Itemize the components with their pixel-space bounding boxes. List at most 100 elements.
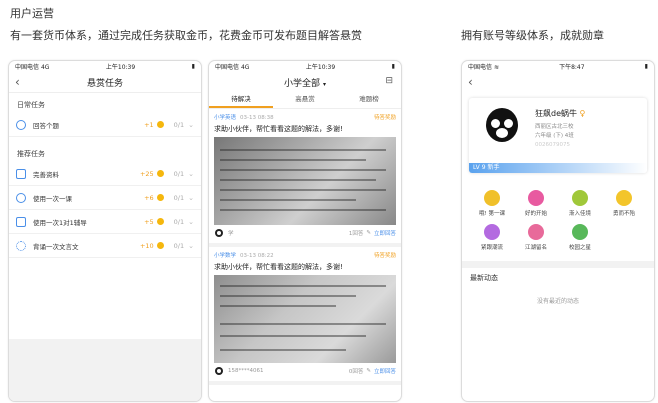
audio-icon	[16, 240, 26, 251]
answer-count: 1回答	[348, 231, 364, 237]
tutor-icon	[16, 216, 26, 227]
card-subject: 小学数学	[214, 253, 237, 259]
tab-high-reward[interactable]: 高悬赏	[273, 92, 337, 108]
answer-icon: ✎	[366, 230, 371, 236]
badge-label: 勇而不殆	[612, 211, 635, 217]
level-sub-text: 新手	[487, 164, 500, 171]
back-icon[interactable]: ‹	[15, 75, 20, 89]
task-row[interactable]: 使用一次1对1辅导 +5 0/1 ⌄	[9, 210, 201, 234]
gender-icon: ♀	[579, 109, 586, 118]
phone-task-screen: 中国电信 4G 上午10:39 ▮ ‹ 悬赏任务 日常任务 回答个题 +1 0/…	[8, 60, 202, 402]
lesson-icon	[16, 192, 26, 203]
task-progress: 0/1	[173, 120, 185, 129]
wifi-icon: ≋	[493, 64, 499, 71]
level-bar: LV 9 新手	[469, 163, 647, 173]
tab-unsolved[interactable]: 待解决	[209, 92, 273, 108]
question-card[interactable]: 小学英语 03-13 08:38 待答奖励 求助小伙伴，帮忙看看这题的解法，多谢!…	[209, 109, 401, 247]
badge-item[interactable]: 紧跟潮流	[470, 224, 514, 251]
card-subject: 小学英语	[214, 115, 237, 121]
medal-icon	[572, 190, 588, 206]
badge-item[interactable]: 好的开始	[514, 190, 558, 217]
medal-icon	[528, 190, 544, 206]
card-user: 158****4061	[228, 368, 264, 374]
chevron-down-icon[interactable]: ⌄	[188, 242, 194, 250]
badge-item[interactable]: 勇而不殆	[602, 190, 646, 217]
card-user: 学	[228, 231, 234, 237]
badge-label: 江湖留名	[524, 245, 547, 251]
section-daily: 日常任务	[17, 101, 45, 109]
coin-icon	[156, 194, 164, 201]
coin-icon	[156, 170, 164, 177]
user-id: 0026079075	[535, 142, 570, 148]
card-title: 求助小伙伴，帮忙看看这题的解法，多谢!	[214, 125, 343, 133]
task-label: 背诵一次文言文	[33, 242, 79, 251]
question-photo[interactable]	[214, 137, 396, 225]
chevron-down-icon[interactable]: ⌄	[188, 194, 194, 202]
caret-down-icon: ▾	[322, 80, 326, 88]
school-label: 西丽区古北三校	[535, 124, 574, 130]
task-progress: 0/1	[173, 193, 185, 202]
user-name: 狂飙de蜗牛 ♀	[535, 108, 585, 119]
coin-icon	[156, 218, 164, 225]
screen-title: 悬赏任务	[86, 78, 123, 89]
avatar	[214, 228, 224, 238]
answer-button[interactable]: 立即回答	[374, 367, 396, 375]
battery-icon: ▮	[644, 63, 648, 70]
answer-button[interactable]: 立即回答	[374, 229, 396, 237]
nav-bar: 小学全部 ▾ ⊟	[209, 72, 401, 92]
message-icon[interactable]: ⊟	[385, 76, 393, 86]
chevron-down-icon[interactable]: ⌄	[188, 121, 194, 129]
medal-icon	[484, 190, 500, 206]
caption-left: 有一套货币体系，通过完成任务获取金币，花费金币可发布题目解答悬赏	[10, 29, 362, 42]
task-progress: 0/1	[173, 241, 185, 250]
medal-icon	[484, 224, 500, 240]
question-photo[interactable]	[214, 275, 396, 363]
badge-label: 紧跟潮流	[480, 245, 503, 251]
status-bar: 中国电信 4G 上午10:39 ▮	[209, 61, 401, 72]
nav-bar: ‹ 悬赏任务	[9, 72, 201, 93]
question-card[interactable]: 小学数学 03-13 08:22 待答奖励 求助小伙伴，帮忙看看这题的解法，多谢!…	[209, 247, 401, 385]
tab-bar: 待解决 高悬赏 难题榜	[209, 92, 401, 109]
divider	[462, 261, 654, 268]
level-text: LV 9	[473, 164, 486, 171]
user-name-text: 狂飙de蜗牛	[535, 109, 577, 118]
task-label: 使用一次1对1辅导	[33, 218, 87, 227]
status-bar: 中国电信 4G 上午10:39 ▮	[9, 61, 201, 72]
badge-item[interactable]: 哦! 第一课	[470, 190, 514, 217]
task-row[interactable]: 回答个题 +1 0/1 ⌄	[9, 113, 201, 137]
reward-badge: 待答奖励	[373, 115, 396, 121]
battery-icon: ▮	[391, 63, 395, 70]
network-label: 4G	[40, 64, 50, 71]
carrier-label: 中国电信	[468, 64, 493, 71]
profile-card: 狂飙de蜗牛 ♀ 西丽区古北三校 六年级 (下) 4班 0026079075 L…	[469, 98, 647, 173]
avatar	[214, 366, 224, 376]
badge-label: 校园之星	[568, 245, 591, 251]
badge-label: 渐入佳境	[568, 211, 591, 217]
back-icon[interactable]: ‹	[468, 75, 473, 89]
chevron-down-icon[interactable]: ⌄	[188, 170, 194, 178]
badge-item[interactable]: 校园之星	[558, 224, 602, 251]
badge-label: 哦! 第一课	[479, 211, 505, 217]
carrier-label: 中国电信	[15, 64, 40, 71]
medal-icon	[616, 190, 632, 206]
task-row[interactable]: 完善资料 +25 0/1 ⌄	[9, 162, 201, 186]
badge-item[interactable]: 江湖留名	[514, 224, 558, 251]
task-progress: 0/1	[173, 169, 185, 178]
task-row[interactable]: 使用一次一课 +6 0/1 ⌄	[9, 186, 201, 210]
task-coins: +1	[144, 120, 154, 129]
chevron-down-icon[interactable]: ⌄	[188, 218, 194, 226]
task-coins: +10	[139, 241, 154, 250]
reward-badge: 待答奖励	[373, 253, 396, 259]
grade-dropdown[interactable]: 小学全部 ▾	[284, 76, 326, 89]
grade-label: 六年级 (下) 4班	[535, 133, 574, 139]
profile-doc-icon	[16, 168, 26, 179]
battery-icon: ▮	[191, 63, 195, 70]
empty-state: 没有最近的动态	[536, 298, 579, 305]
section-recommend: 推荐任务	[17, 150, 45, 158]
task-progress: 0/1	[173, 217, 185, 226]
avatar[interactable]	[479, 105, 525, 151]
answer-icon: ✎	[366, 368, 371, 374]
tab-hard-list[interactable]: 难题榜	[337, 92, 401, 108]
badge-item[interactable]: 渐入佳境	[558, 190, 602, 217]
task-row[interactable]: 背诵一次文言文 +10 0/1 ⌄	[9, 234, 201, 258]
